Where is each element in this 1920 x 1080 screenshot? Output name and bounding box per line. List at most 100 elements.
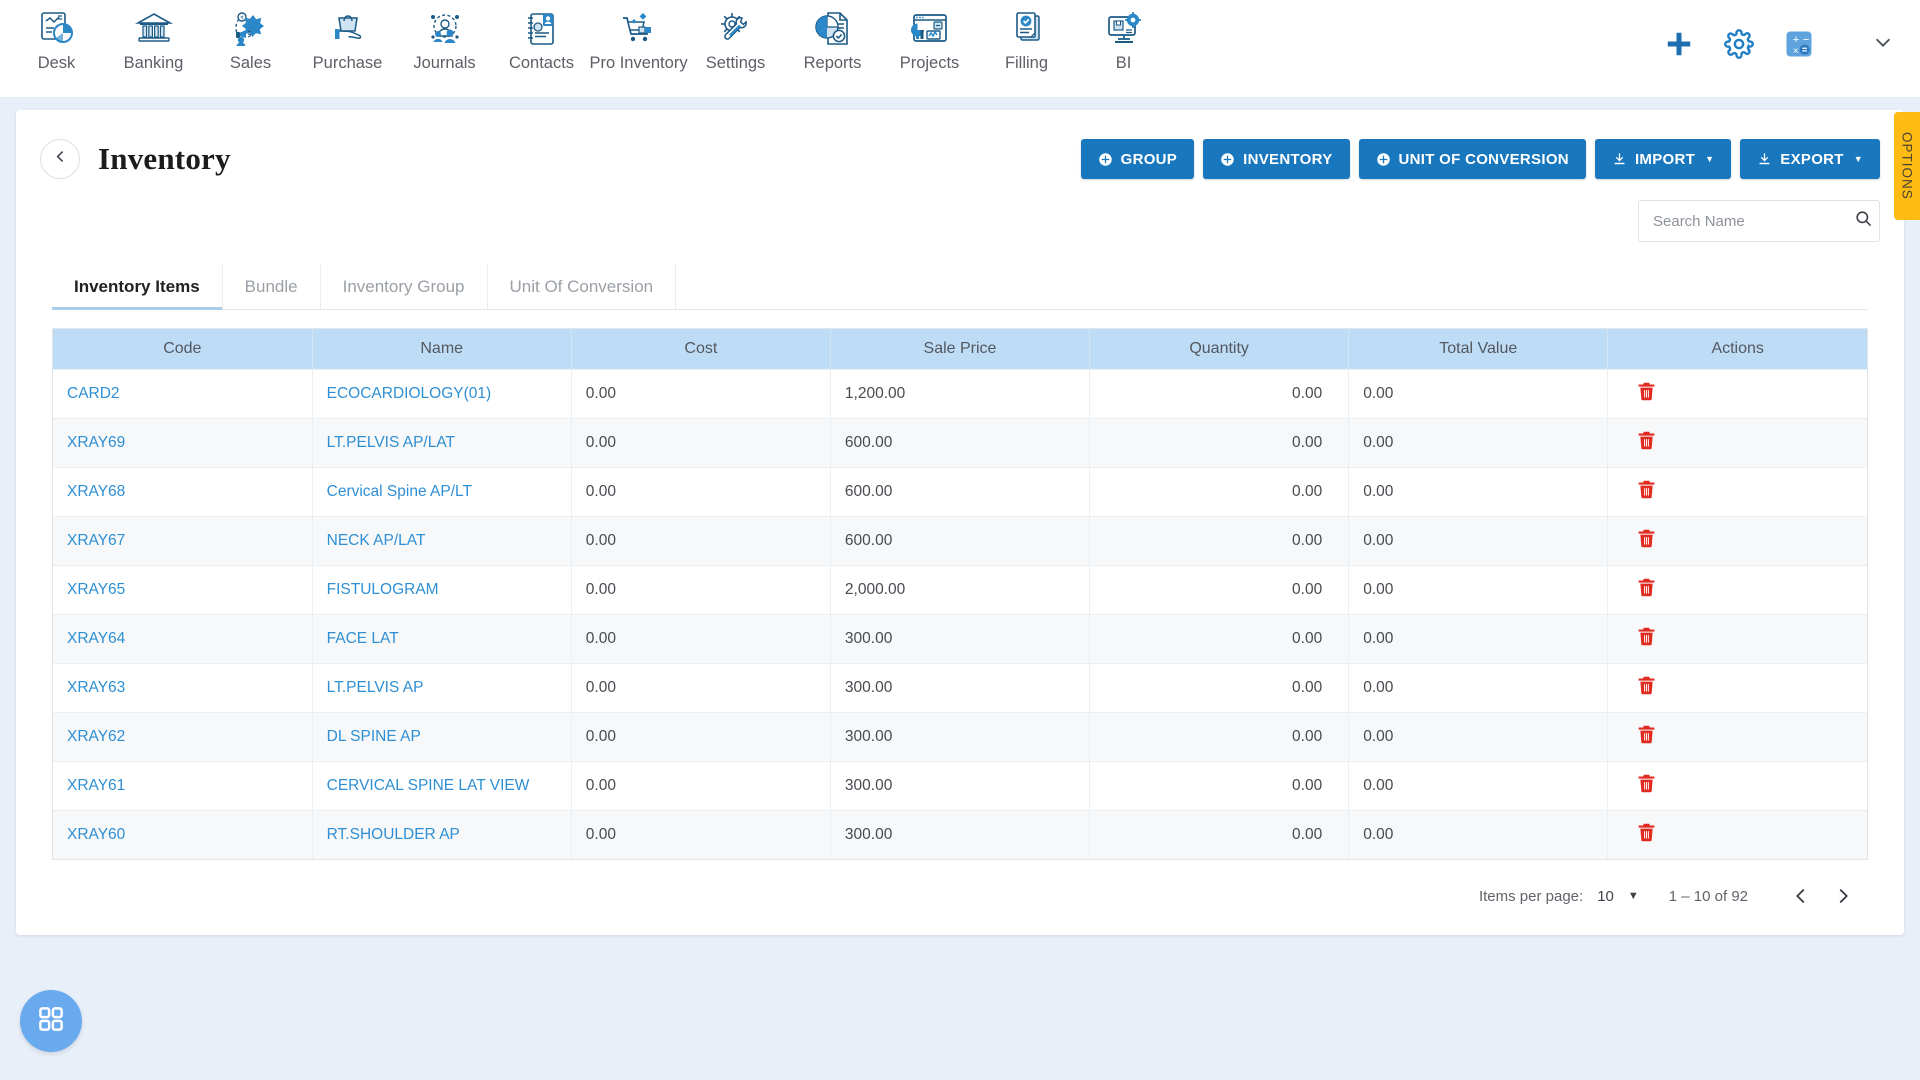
grid-apps-icon (36, 1004, 66, 1039)
trash-icon[interactable] (1636, 821, 1657, 849)
items-per-page-value[interactable]: 10 (1597, 888, 1614, 905)
cell-code[interactable]: XRAY62 (53, 711, 313, 761)
cell-code[interactable]: XRAY69 (53, 417, 313, 467)
chevron-left-icon (52, 148, 69, 170)
group-button[interactable]: GROUP (1080, 139, 1195, 179)
gear-icon[interactable] (1724, 29, 1754, 59)
cell-name[interactable]: DL SPINE AP (312, 711, 572, 761)
tab-bundle[interactable]: Bundle (223, 264, 321, 309)
cell-name[interactable]: ECOCARDIOLOGY(01) (312, 368, 572, 418)
cell-code[interactable]: XRAY67 (53, 515, 313, 565)
download-icon (1757, 151, 1772, 167)
filling-documents-check-icon (1006, 8, 1048, 50)
cell-total-value: 0.00 (1348, 417, 1609, 467)
name-link[interactable]: CERVICAL SPINE LAT VIEW (327, 777, 530, 794)
code-link[interactable]: XRAY63 (67, 679, 125, 696)
items-per-page-dropdown[interactable]: ▼ (1628, 890, 1639, 902)
name-link[interactable]: Cervical Spine AP/LT (327, 483, 472, 500)
back-button[interactable] (40, 139, 80, 179)
cell-cost: 0.00 (571, 368, 831, 418)
code-link[interactable]: XRAY68 (67, 483, 125, 500)
code-link[interactable]: XRAY64 (67, 630, 125, 647)
name-link[interactable]: FISTULOGRAM (327, 581, 439, 598)
cell-code[interactable]: CARD2 (53, 368, 313, 418)
code-link[interactable]: XRAY62 (67, 728, 125, 745)
cell-name[interactable]: NECK AP/LAT (312, 515, 572, 565)
cell-code[interactable]: XRAY61 (53, 760, 313, 810)
calculator-icon[interactable]: + − × (1784, 29, 1814, 59)
desk-analytics-icon (36, 8, 78, 50)
apps-fab-button[interactable] (20, 990, 82, 1052)
name-link[interactable]: FACE LAT (327, 630, 399, 647)
cell-name[interactable]: LT.PELVIS AP/LAT (312, 417, 572, 467)
projects-dashboard-icon (909, 8, 951, 50)
cell-name[interactable]: CERVICAL SPINE LAT VIEW (312, 760, 572, 810)
nav-item-journals[interactable]: Journals (396, 0, 493, 73)
code-link[interactable]: XRAY67 (67, 532, 125, 549)
options-side-tab-label: OPTIONS (1899, 132, 1915, 200)
trash-icon[interactable] (1636, 625, 1657, 653)
cell-name[interactable]: FACE LAT (312, 613, 572, 663)
cell-name[interactable]: Cervical Spine AP/LT (312, 466, 572, 516)
nav-item-sales[interactable]: ₹ Sales (202, 0, 299, 73)
nav-item-bi[interactable]: BI (1075, 0, 1172, 73)
name-link[interactable]: RT.SHOULDER AP (327, 826, 460, 843)
tab-inventory-group[interactable]: Inventory Group (321, 264, 488, 309)
nav-item-contacts[interactable]: Contacts (493, 0, 590, 73)
name-link[interactable]: LT.PELVIS AP (327, 679, 424, 696)
nav-item-filling[interactable]: Filling (978, 0, 1075, 73)
cell-cost: 0.00 (571, 417, 831, 467)
code-link[interactable]: CARD2 (67, 385, 120, 402)
chevron-down-icon[interactable] (1872, 31, 1894, 58)
nav-item-desk[interactable]: Desk (8, 0, 105, 73)
nav-item-projects[interactable]: Projects (881, 0, 978, 73)
tab-inventory-items[interactable]: Inventory Items (52, 264, 223, 310)
cell-name[interactable]: LT.PELVIS AP (312, 662, 572, 712)
button-label: UNIT OF CONVERSION (1398, 150, 1569, 168)
trash-icon[interactable] (1636, 772, 1657, 800)
nav-item-reports[interactable]: Reports (784, 0, 881, 73)
trash-icon[interactable] (1636, 429, 1657, 457)
cell-code[interactable]: XRAY68 (53, 466, 313, 516)
search-icon[interactable] (1854, 209, 1873, 233)
nav-item-label: Contacts (508, 54, 575, 72)
name-link[interactable]: DL SPINE AP (327, 728, 421, 745)
tab-unit-of-conversion[interactable]: Unit Of Conversion (488, 264, 677, 309)
nav-item-banking[interactable]: Banking (105, 0, 202, 73)
add-icon[interactable] (1664, 29, 1694, 59)
nav-item-pro-inventory[interactable]: Pro Inventory (589, 0, 688, 73)
search-input[interactable] (1651, 211, 1854, 231)
name-link[interactable]: NECK AP/LAT (327, 532, 426, 549)
nav-item-settings[interactable]: Settings (687, 0, 784, 73)
nav-item-label: Filling (1004, 54, 1049, 72)
cell-code[interactable]: XRAY65 (53, 564, 313, 614)
inventory-button[interactable]: INVENTORY (1203, 139, 1350, 179)
name-link[interactable]: LT.PELVIS AP/LAT (327, 434, 455, 451)
export-button[interactable]: EXPORT ▼ (1740, 139, 1880, 179)
trash-icon[interactable] (1636, 478, 1657, 506)
import-button[interactable]: IMPORT ▼ (1594, 139, 1732, 179)
inventory-card: Inventory GROUP INVENTORY UNIT OF CONVERSI… (16, 110, 1904, 935)
name-link[interactable]: ECOCARDIOLOGY(01) (327, 385, 492, 402)
search-box[interactable] (1638, 200, 1880, 242)
cell-name[interactable]: FISTULOGRAM (312, 564, 572, 614)
trash-icon[interactable] (1636, 527, 1657, 555)
trash-icon[interactable] (1636, 380, 1657, 408)
next-page-button[interactable] (1822, 875, 1864, 917)
svg-text:−: − (1803, 34, 1810, 46)
nav-item-purchase[interactable]: Purchase (299, 0, 396, 73)
trash-icon[interactable] (1636, 723, 1657, 751)
cell-code[interactable]: XRAY63 (53, 662, 313, 712)
code-link[interactable]: XRAY60 (67, 826, 125, 843)
unit-of-conversion-button[interactable]: UNIT OF CONVERSION (1358, 139, 1586, 179)
trash-icon[interactable] (1636, 576, 1657, 604)
previous-page-button[interactable] (1780, 875, 1822, 917)
trash-icon[interactable] (1636, 674, 1657, 702)
cell-name[interactable]: RT.SHOULDER AP (312, 809, 572, 859)
options-side-tab[interactable]: OPTIONS (1894, 112, 1920, 220)
cell-code[interactable]: XRAY64 (53, 613, 313, 663)
code-link[interactable]: XRAY65 (67, 581, 125, 598)
code-link[interactable]: XRAY61 (67, 777, 125, 794)
cell-code[interactable]: XRAY60 (53, 809, 313, 859)
code-link[interactable]: XRAY69 (67, 434, 125, 451)
